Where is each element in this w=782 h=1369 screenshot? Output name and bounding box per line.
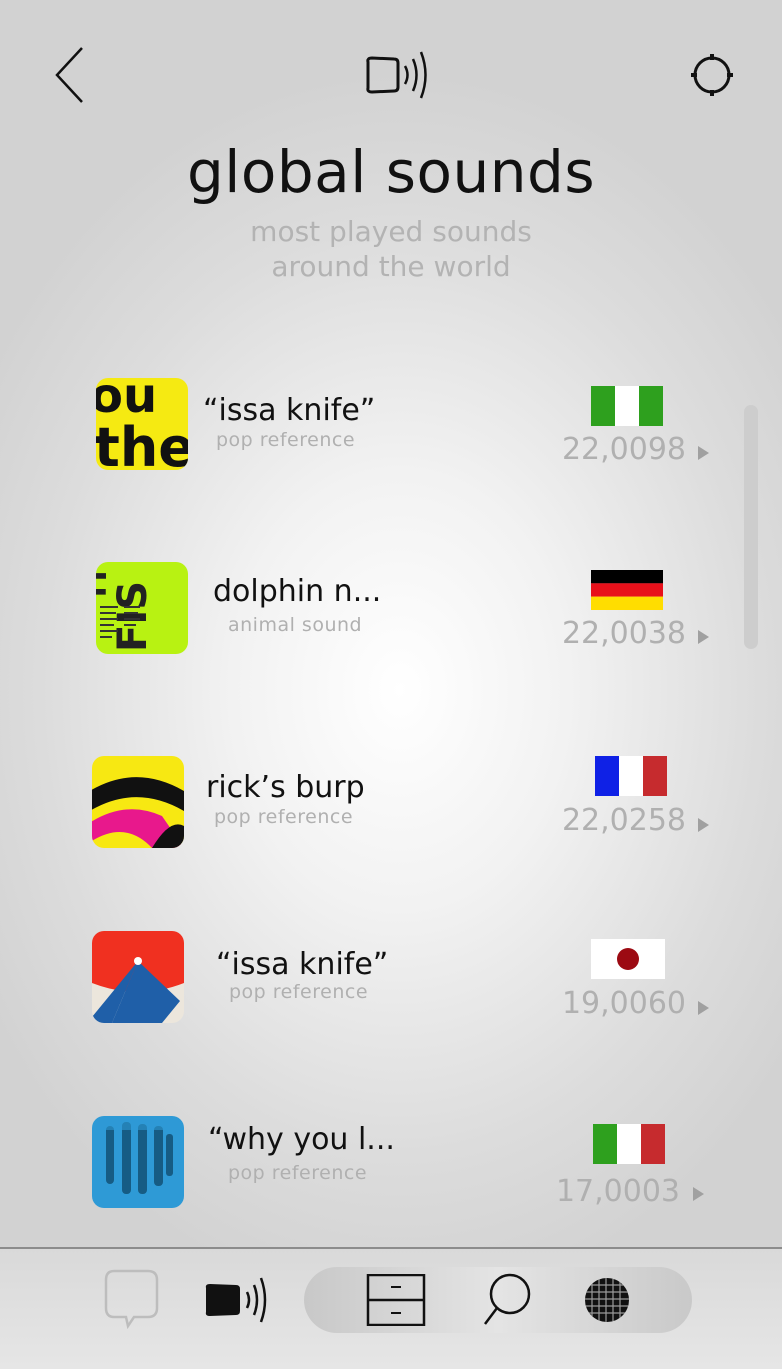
sound-title: dolphin n... [213,574,382,609]
sound-list-item[interactable]: “why you l... pop reference 17,0003 [0,1116,782,1216]
album-art: FIS TI [96,562,188,654]
tab-chat[interactable] [104,1268,160,1334]
play-count: 22,0098 [561,432,686,467]
sound-category: pop reference [214,806,354,828]
chat-bubble-icon [104,1269,159,1330]
drawer-cabinet-icon [366,1273,426,1327]
play-triangle-icon [698,630,709,644]
play-triangle-icon [698,446,709,460]
france-flag-icon [595,756,667,798]
settings-ring-icon [691,54,733,96]
speaker-sound-icon [205,1277,267,1323]
scrollbar[interactable] [744,405,758,649]
album-art [92,931,184,1023]
italy-flag-icon [593,1124,665,1166]
globe-grid-icon [585,1278,629,1322]
tab-global[interactable] [583,1276,631,1328]
search-icon [484,1273,531,1325]
tab-sounds[interactable] [204,1272,276,1332]
play-count: 22,0038 [561,616,686,651]
speaker-sound-icon [360,46,440,104]
play-triangle-icon [698,818,709,832]
svg-text:TI: TI [96,570,114,602]
germany-flag-icon [591,570,663,612]
chevron-left-icon [55,47,83,103]
subtitle-line: most played sounds [250,215,532,248]
play-count: 22,0258 [561,803,686,838]
sound-category: pop reference [216,429,356,451]
sound-category: pop reference [228,1162,368,1184]
page-title: global sounds [186,138,596,206]
sound-category: pop reference [229,981,369,1003]
sound-list-item[interactable]: FIS TI dolphin n... animal sound 22,0038 [0,562,782,662]
play-triangle-icon [693,1187,704,1201]
sound-category: animal sound [228,614,363,636]
nigeria-flag-icon [591,386,663,428]
album-art [92,1116,184,1208]
page-subtitle: most played sounds around the world [0,214,782,284]
sound-title: “issa knife” [216,947,389,982]
play-count: 17,0003 [555,1174,680,1209]
play-count: 19,0060 [561,986,686,1021]
sound-title: “why you l... [208,1122,395,1157]
settings-button[interactable] [688,52,736,98]
svg-text:FIS: FIS [110,581,156,652]
album-art [92,756,184,848]
sound-title: rick’s burp [206,770,365,805]
sound-title: “issa knife” [203,393,376,428]
sound-list-item[interactable]: rick’s burp pop reference 22,0258 [0,756,782,856]
sound-list-item[interactable]: ou the “issa knife” pop reference 22,009… [0,378,782,478]
tab-library[interactable] [366,1273,426,1330]
tab-search[interactable] [482,1272,534,1332]
svg-text:the: the [96,416,188,470]
back-button[interactable] [48,44,92,106]
album-art: ou the [96,378,188,470]
japan-flag-icon [591,939,665,981]
sound-list-item[interactable]: “issa knife” pop reference 19,0060 [0,931,782,1031]
subtitle-line: around the world [271,250,511,283]
play-triangle-icon [698,1001,709,1015]
